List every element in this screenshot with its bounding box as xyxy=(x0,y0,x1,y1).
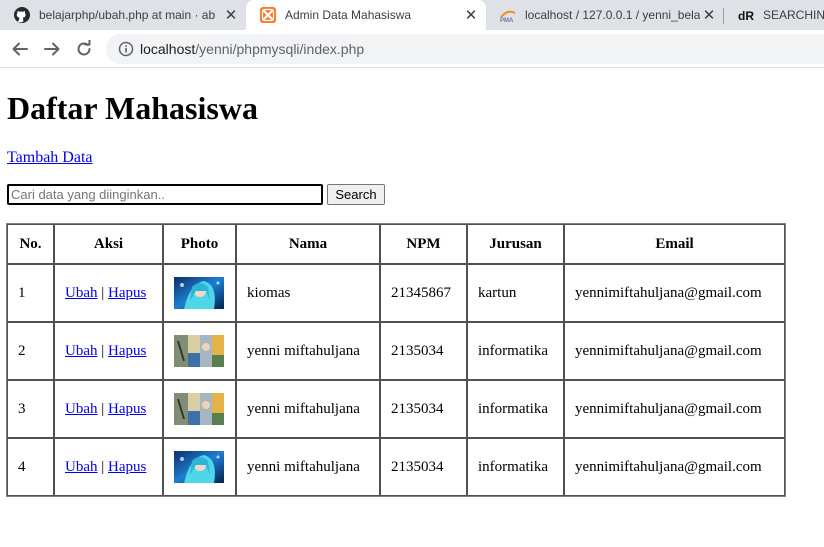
info-icon[interactable] xyxy=(118,41,134,57)
delete-link[interactable]: Hapus xyxy=(108,459,146,475)
header-npm: NPM xyxy=(380,224,467,264)
table-row: 4 Ubah | Hapus yenni miftahuljana 213503… xyxy=(7,438,785,496)
cell-aksi: Ubah | Hapus xyxy=(54,380,163,438)
edit-link[interactable]: Ubah xyxy=(65,343,98,359)
xampp-icon xyxy=(260,7,276,23)
cell-npm: 2135034 xyxy=(380,322,467,380)
cell-nama: yenni miftahuljana xyxy=(236,438,380,496)
github-icon xyxy=(14,7,30,23)
tab-github[interactable]: belajarphp/ubah.php at main · ab ✕ xyxy=(0,0,246,30)
cell-jurusan: informatika xyxy=(467,438,564,496)
reload-button[interactable] xyxy=(72,37,96,61)
arrow-left-icon xyxy=(12,42,28,56)
cell-aksi: Ubah | Hapus xyxy=(54,438,163,496)
header-aksi: Aksi xyxy=(54,224,163,264)
cell-aksi: Ubah | Hapus xyxy=(54,264,163,322)
cell-nama: yenni miftahuljana xyxy=(236,380,380,438)
header-nama: Nama xyxy=(236,224,380,264)
cell-nama: kiomas xyxy=(236,264,380,322)
cell-npm: 2135034 xyxy=(380,438,467,496)
forward-button[interactable] xyxy=(40,37,64,61)
separator: | xyxy=(101,342,105,359)
cell-email: yennimiftahuljana@gmail.com xyxy=(564,322,785,380)
cell-photo xyxy=(163,438,236,496)
cell-no: 4 xyxy=(7,438,54,496)
tab-admin-data-mahasiswa[interactable]: Admin Data Mahasiswa ✕ xyxy=(246,0,486,30)
search-button[interactable]: Search xyxy=(327,184,385,205)
tab-title: Admin Data Mahasiswa xyxy=(285,8,412,22)
cell-aksi: Ubah | Hapus xyxy=(54,322,163,380)
header-email: Email xyxy=(564,224,785,264)
close-icon[interactable]: ✕ xyxy=(700,6,718,24)
edit-link[interactable]: Ubah xyxy=(65,285,98,301)
cell-jurusan: informatika xyxy=(467,380,564,438)
tab-title: SEARCHING xyxy=(763,8,824,22)
cell-email: yennimiftahuljana@gmail.com xyxy=(564,380,785,438)
cell-email: yennimiftahuljana@gmail.com xyxy=(564,438,785,496)
student-table: No. Aksi Photo Nama NPM Jurusan Email 1 … xyxy=(6,223,786,497)
separator: | xyxy=(101,458,105,475)
phpmyadmin-icon: PMA xyxy=(500,7,516,23)
delete-link[interactable]: Hapus xyxy=(108,343,146,359)
header-photo: Photo xyxy=(163,224,236,264)
student-photo xyxy=(174,277,224,309)
table-row: 3 Ubah | Hapus yenni miftahuljana 213503… xyxy=(7,380,785,438)
cell-jurusan: kartun xyxy=(467,264,564,322)
delete-link[interactable]: Hapus xyxy=(108,285,146,301)
student-photo xyxy=(174,335,224,367)
url-path: /yenni/phpmysqli/index.php xyxy=(195,41,365,57)
cell-no: 1 xyxy=(7,264,54,322)
dr-icon: dR xyxy=(738,7,754,23)
svg-text:dR: dR xyxy=(738,9,754,23)
add-data-link[interactable]: Tambah Data xyxy=(7,149,93,167)
url-host: localhost xyxy=(140,41,196,57)
page-content: Daftar Mahasiswa Tambah Data Search No. … xyxy=(0,68,824,547)
svg-text:PMA: PMA xyxy=(500,18,514,23)
table-header-row: No. Aksi Photo Nama NPM Jurusan Email xyxy=(7,224,785,264)
header-no: No. xyxy=(7,224,54,264)
page-title: Daftar Mahasiswa xyxy=(7,90,258,126)
address-bar[interactable]: localhost/yenni/phpmysqli/index.php xyxy=(106,34,824,64)
tab-title: belajarphp/ubah.php at main · ab xyxy=(39,8,216,22)
tab-title: localhost / 127.0.0.1 / yenni_bela xyxy=(525,8,700,22)
student-photo xyxy=(174,393,224,425)
back-button[interactable] xyxy=(8,37,32,61)
url-text: localhost/yenni/phpmysqli/index.php xyxy=(140,41,364,57)
separator: | xyxy=(101,400,105,417)
cell-email: yennimiftahuljana@gmail.com xyxy=(564,264,785,322)
cell-nama: yenni miftahuljana xyxy=(236,322,380,380)
edit-link[interactable]: Ubah xyxy=(65,401,98,417)
tab-strip: belajarphp/ubah.php at main · ab ✕ Admin… xyxy=(0,0,824,30)
edit-link[interactable]: Ubah xyxy=(65,459,98,475)
cell-no: 2 xyxy=(7,322,54,380)
header-jurusan: Jurusan xyxy=(467,224,564,264)
search-input[interactable] xyxy=(7,184,323,205)
table-row: 2 Ubah | Hapus yenni miftahuljana 213503… xyxy=(7,322,785,380)
delete-link[interactable]: Hapus xyxy=(108,401,146,417)
cell-npm: 2135034 xyxy=(380,380,467,438)
tab-searching[interactable]: dR SEARCHING xyxy=(724,0,824,30)
tab-phpmyadmin[interactable]: PMA localhost / 127.0.0.1 / yenni_bela ✕ xyxy=(486,0,724,30)
browser-toolbar: localhost/yenni/phpmysqli/index.php xyxy=(0,30,824,68)
student-photo xyxy=(174,451,224,483)
cell-photo xyxy=(163,264,236,322)
cell-npm: 21345867 xyxy=(380,264,467,322)
cell-no: 3 xyxy=(7,380,54,438)
table-row: 1 Ubah | Hapus kiomas 21345867 kartun ye… xyxy=(7,264,785,322)
cell-jurusan: informatika xyxy=(467,322,564,380)
cell-photo xyxy=(163,380,236,438)
close-icon[interactable]: ✕ xyxy=(462,6,480,24)
separator: | xyxy=(101,284,105,301)
close-icon[interactable]: ✕ xyxy=(222,6,240,24)
reload-icon xyxy=(77,40,91,56)
arrow-right-icon xyxy=(44,42,60,56)
cell-photo xyxy=(163,322,236,380)
